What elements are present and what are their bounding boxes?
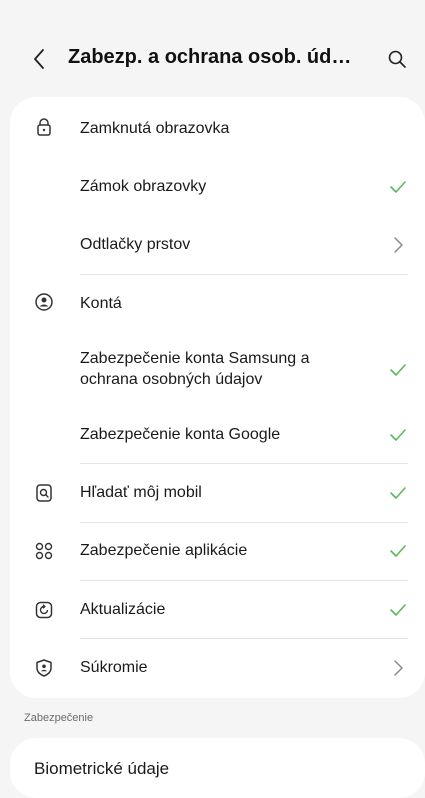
row-label: Zamknutá obrazovka <box>80 120 230 137</box>
row-samsung-account-security[interactable]: Zabezpečenie konta Samsung a ochrana oso… <box>10 343 425 397</box>
row-google-account-security[interactable]: Zabezpečenie konta Google <box>10 415 425 455</box>
check-icon <box>388 600 408 620</box>
account-icon <box>34 292 54 312</box>
row-label: Aktualizácie <box>80 601 166 618</box>
app-security-icon <box>34 541 54 561</box>
row-label: Odtlačky prstov <box>80 236 191 253</box>
find-mobile-icon <box>34 483 54 503</box>
row-label: Súkromie <box>80 659 148 676</box>
row-lock-screen-header[interactable]: Zamknutá obrazovka <box>10 111 425 145</box>
row-label-line-2: ochrana osobných údajov <box>80 371 263 388</box>
row-find-my-mobile[interactable]: Hľadať môj mobil <box>10 473 425 513</box>
update-icon <box>34 600 54 620</box>
page-title: Zabezp. a ochrana osob. úd… <box>68 46 352 68</box>
row-updates[interactable]: Aktualizácie <box>10 590 425 630</box>
section-header-security: Zabezpečenie <box>24 712 94 724</box>
divider <box>80 638 408 639</box>
divider <box>80 580 408 581</box>
row-app-security[interactable]: Zabezpečenie aplikácie <box>10 531 425 571</box>
check-icon <box>388 541 408 561</box>
settings-card: Zamknutá obrazovka Zámok obrazovky Odtla… <box>10 97 425 698</box>
check-icon <box>388 425 408 445</box>
check-icon <box>388 483 408 503</box>
chevron-right-icon <box>388 235 408 255</box>
row-label: Zabezpečenie aplikácie <box>80 542 248 559</box>
chevron-left-icon <box>34 49 44 69</box>
security-card: Biometrické údaje <box>10 738 425 798</box>
divider <box>80 274 408 275</box>
privacy-icon <box>34 658 54 678</box>
check-icon <box>388 360 408 380</box>
row-label: Zabezpečenie konta Google <box>80 426 281 443</box>
row-privacy[interactable]: Súkromie <box>10 648 425 688</box>
check-icon <box>388 177 408 197</box>
row-label-line-1: Zabezpečenie konta Samsung a <box>80 350 310 367</box>
search-button[interactable] <box>382 44 412 74</box>
row-label: Hľadať môj mobil <box>80 484 202 501</box>
divider <box>80 522 408 523</box>
row-accounts-header[interactable]: Kontá <box>10 285 425 323</box>
lock-icon <box>34 117 54 137</box>
chevron-right-icon <box>388 658 408 678</box>
back-button[interactable] <box>24 44 54 74</box>
row-fingerprints[interactable]: Odtlačky prstov <box>10 225 425 265</box>
row-label: Zámok obrazovky <box>80 178 207 195</box>
search-icon <box>388 50 406 68</box>
divider <box>80 463 408 464</box>
row-label: Kontá <box>80 295 122 312</box>
row-biometrics[interactable]: Biometrické údaje <box>34 759 169 779</box>
row-screen-lock[interactable]: Zámok obrazovky <box>10 167 425 207</box>
top-app-bar: Zabezp. a ochrana osob. úd… <box>0 0 425 95</box>
